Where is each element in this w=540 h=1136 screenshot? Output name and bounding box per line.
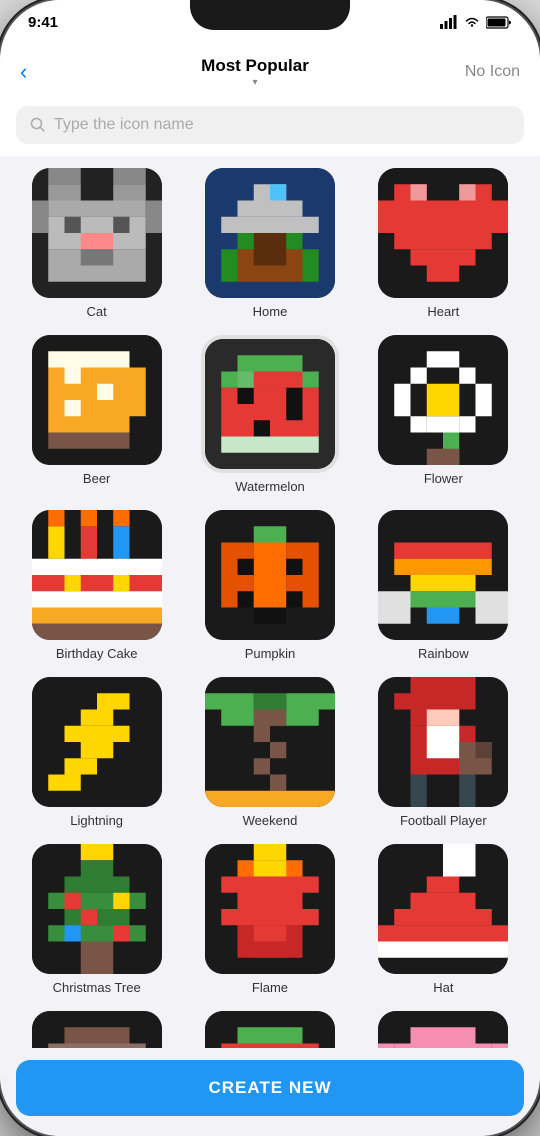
icon-item-candy[interactable]: [189, 1011, 350, 1048]
icon-box-football-player: [378, 677, 508, 807]
header-title: Most Popular: [201, 56, 309, 76]
icon-box-candy: [205, 1011, 335, 1048]
icon-box-cat: [32, 168, 162, 298]
icon-label-flame: Flame: [252, 980, 288, 995]
battery-icon: [486, 16, 512, 29]
icon-box-christmas-tree: [32, 844, 162, 974]
search-bar[interactable]: Type the icon name: [16, 106, 524, 144]
icon-box-pig: [378, 1011, 508, 1048]
icon-item-rainbow[interactable]: Rainbow: [363, 510, 524, 661]
icon-box-beer: [32, 335, 162, 465]
icon-item-pumpkin[interactable]: Pumpkin: [189, 510, 350, 661]
icon-box-flower: [378, 335, 508, 465]
icon-box-barrel: [32, 1011, 162, 1048]
icon-label-watermelon: Watermelon: [235, 479, 305, 494]
notch: [190, 0, 350, 30]
icon-label-weekend: Weekend: [243, 813, 298, 828]
icon-item-lightning[interactable]: Lightning: [16, 677, 177, 828]
icon-item-barrel[interactable]: [16, 1011, 177, 1048]
icon-item-weekend[interactable]: Weekend: [189, 677, 350, 828]
phone-screen: 9:41: [0, 0, 540, 1136]
icon-item-flame[interactable]: Flame: [189, 844, 350, 995]
icon-label-hat: Hat: [433, 980, 453, 995]
icon-box-birthday-cake: [32, 510, 162, 640]
status-icons: [440, 15, 512, 29]
header-title-container: Most Popular ▾: [201, 56, 309, 88]
header: ‹ Most Popular ▾ No Icon: [0, 44, 540, 98]
icon-label-flower: Flower: [424, 471, 463, 486]
icon-box-lightning: [32, 677, 162, 807]
icon-item-football-player[interactable]: Football Player: [363, 677, 524, 828]
icon-item-heart[interactable]: Heart: [363, 168, 524, 319]
icon-label-christmas-tree: Christmas Tree: [53, 980, 141, 995]
icon-box-hat: [378, 844, 508, 974]
icon-label-lightning: Lightning: [70, 813, 123, 828]
signal-icon: [440, 15, 458, 29]
icon-item-birthday-cake[interactable]: Birthday Cake: [16, 510, 177, 661]
icon-item-pig[interactable]: [363, 1011, 524, 1048]
back-button[interactable]: ‹: [20, 59, 60, 85]
no-icon-button[interactable]: No Icon: [450, 63, 520, 81]
icon-label-cat: Cat: [87, 304, 107, 319]
phone-frame: 9:41: [0, 0, 540, 1136]
icon-grid: Cat: [16, 168, 524, 1048]
status-time: 9:41: [28, 14, 58, 31]
search-container: Type the icon name: [0, 98, 540, 156]
icon-label-football-player: Football Player: [400, 813, 487, 828]
icon-label-beer: Beer: [83, 471, 110, 486]
icon-item-cat[interactable]: Cat: [16, 168, 177, 319]
icon-item-christmas-tree[interactable]: Christmas Tree: [16, 844, 177, 995]
icon-box-weekend: [205, 677, 335, 807]
icon-box-watermelon: [205, 339, 335, 469]
icon-label-pumpkin: Pumpkin: [245, 646, 296, 661]
icon-item-home[interactable]: Home: [189, 168, 350, 319]
icon-item-hat[interactable]: Hat: [363, 844, 524, 995]
wifi-icon: [464, 16, 480, 28]
search-icon: [30, 117, 46, 133]
icon-box-home: [205, 168, 335, 298]
create-button-container: CREATE NEW: [0, 1048, 540, 1136]
search-input[interactable]: Type the icon name: [54, 116, 194, 134]
icon-box-heart: [378, 168, 508, 298]
icon-item-watermelon[interactable]: Watermelon: [189, 335, 350, 494]
header-chevron-icon: ▾: [252, 77, 257, 88]
icon-label-rainbow: Rainbow: [418, 646, 469, 661]
icon-label-home: Home: [253, 304, 288, 319]
icon-box-flame: [205, 844, 335, 974]
create-new-button[interactable]: CREATE NEW: [16, 1060, 524, 1116]
icon-grid-scroll[interactable]: Cat: [0, 156, 540, 1048]
icon-box-pumpkin: [205, 510, 335, 640]
icon-label-heart: Heart: [427, 304, 459, 319]
icon-item-flower[interactable]: Flower: [363, 335, 524, 494]
icon-box-rainbow: [378, 510, 508, 640]
icon-label-birthday-cake: Birthday Cake: [56, 646, 138, 661]
icon-item-beer[interactable]: Beer: [16, 335, 177, 494]
